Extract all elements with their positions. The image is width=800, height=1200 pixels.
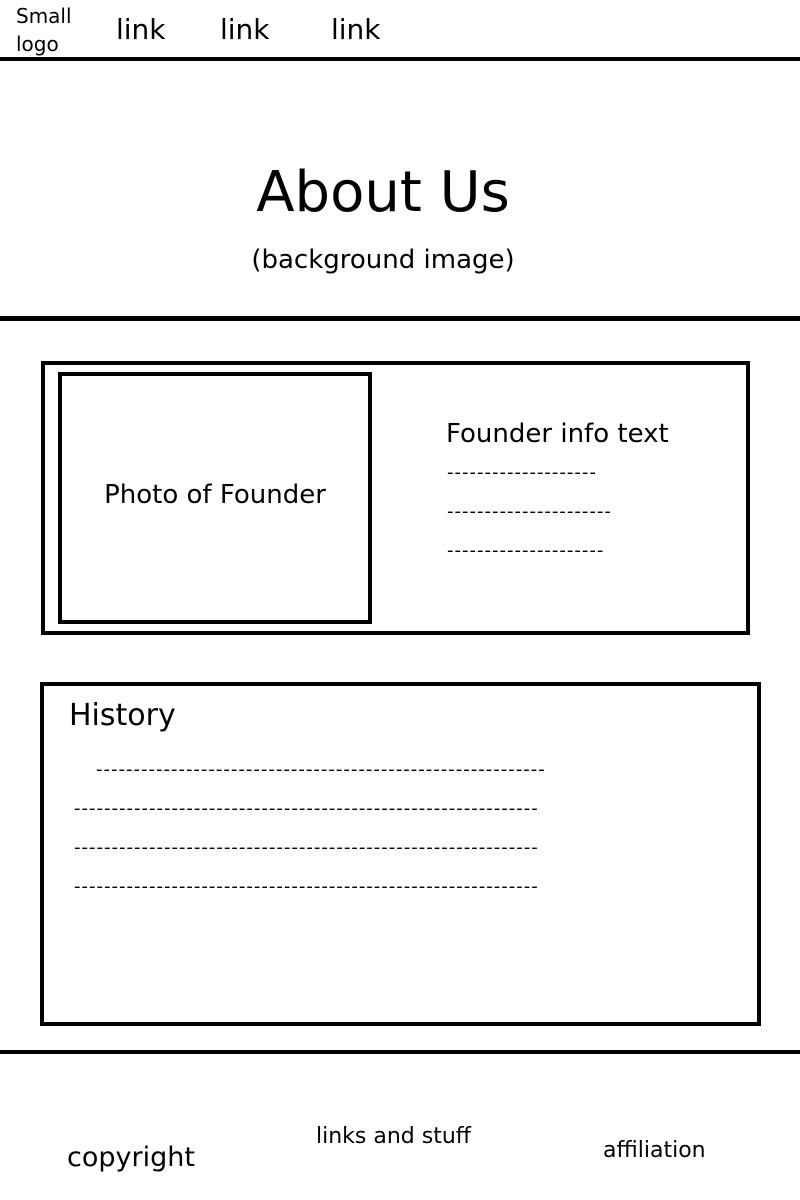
history-text-line: ----------------------------------------…: [96, 760, 546, 780]
footer-divider: [0, 1050, 800, 1054]
header-divider: [0, 57, 800, 61]
history-text-line: ----------------------------------------…: [74, 877, 539, 897]
nav-link-2[interactable]: link: [220, 12, 270, 48]
hero-divider: [0, 316, 800, 321]
founder-info-line: ----------------------: [447, 502, 612, 522]
founder-card: Photo of Founder Founder info text -----…: [41, 361, 750, 635]
history-text-line: ----------------------------------------…: [74, 799, 539, 819]
footer-affiliation: affiliation: [603, 1138, 706, 1163]
small-logo[interactable]: Small logo: [16, 2, 86, 58]
founder-info-line: --------------------: [447, 463, 597, 483]
footer-links[interactable]: links and stuff: [316, 1121, 471, 1153]
founder-info-line: ---------------------: [447, 541, 605, 561]
hero-background-note: (background image): [251, 245, 515, 275]
nav-link-1[interactable]: link: [116, 12, 166, 48]
page-title: About Us: [256, 160, 510, 225]
history-card: History --------------------------------…: [40, 682, 761, 1026]
founder-info-title: Founder info text: [446, 419, 669, 449]
nav-link-3[interactable]: link: [331, 12, 381, 48]
founder-photo-label: Photo of Founder: [104, 480, 326, 510]
history-title: History: [69, 698, 176, 733]
history-text-line: ----------------------------------------…: [74, 838, 539, 858]
footer-copyright: copyright: [67, 1142, 195, 1173]
founder-photo: Photo of Founder: [58, 372, 372, 624]
